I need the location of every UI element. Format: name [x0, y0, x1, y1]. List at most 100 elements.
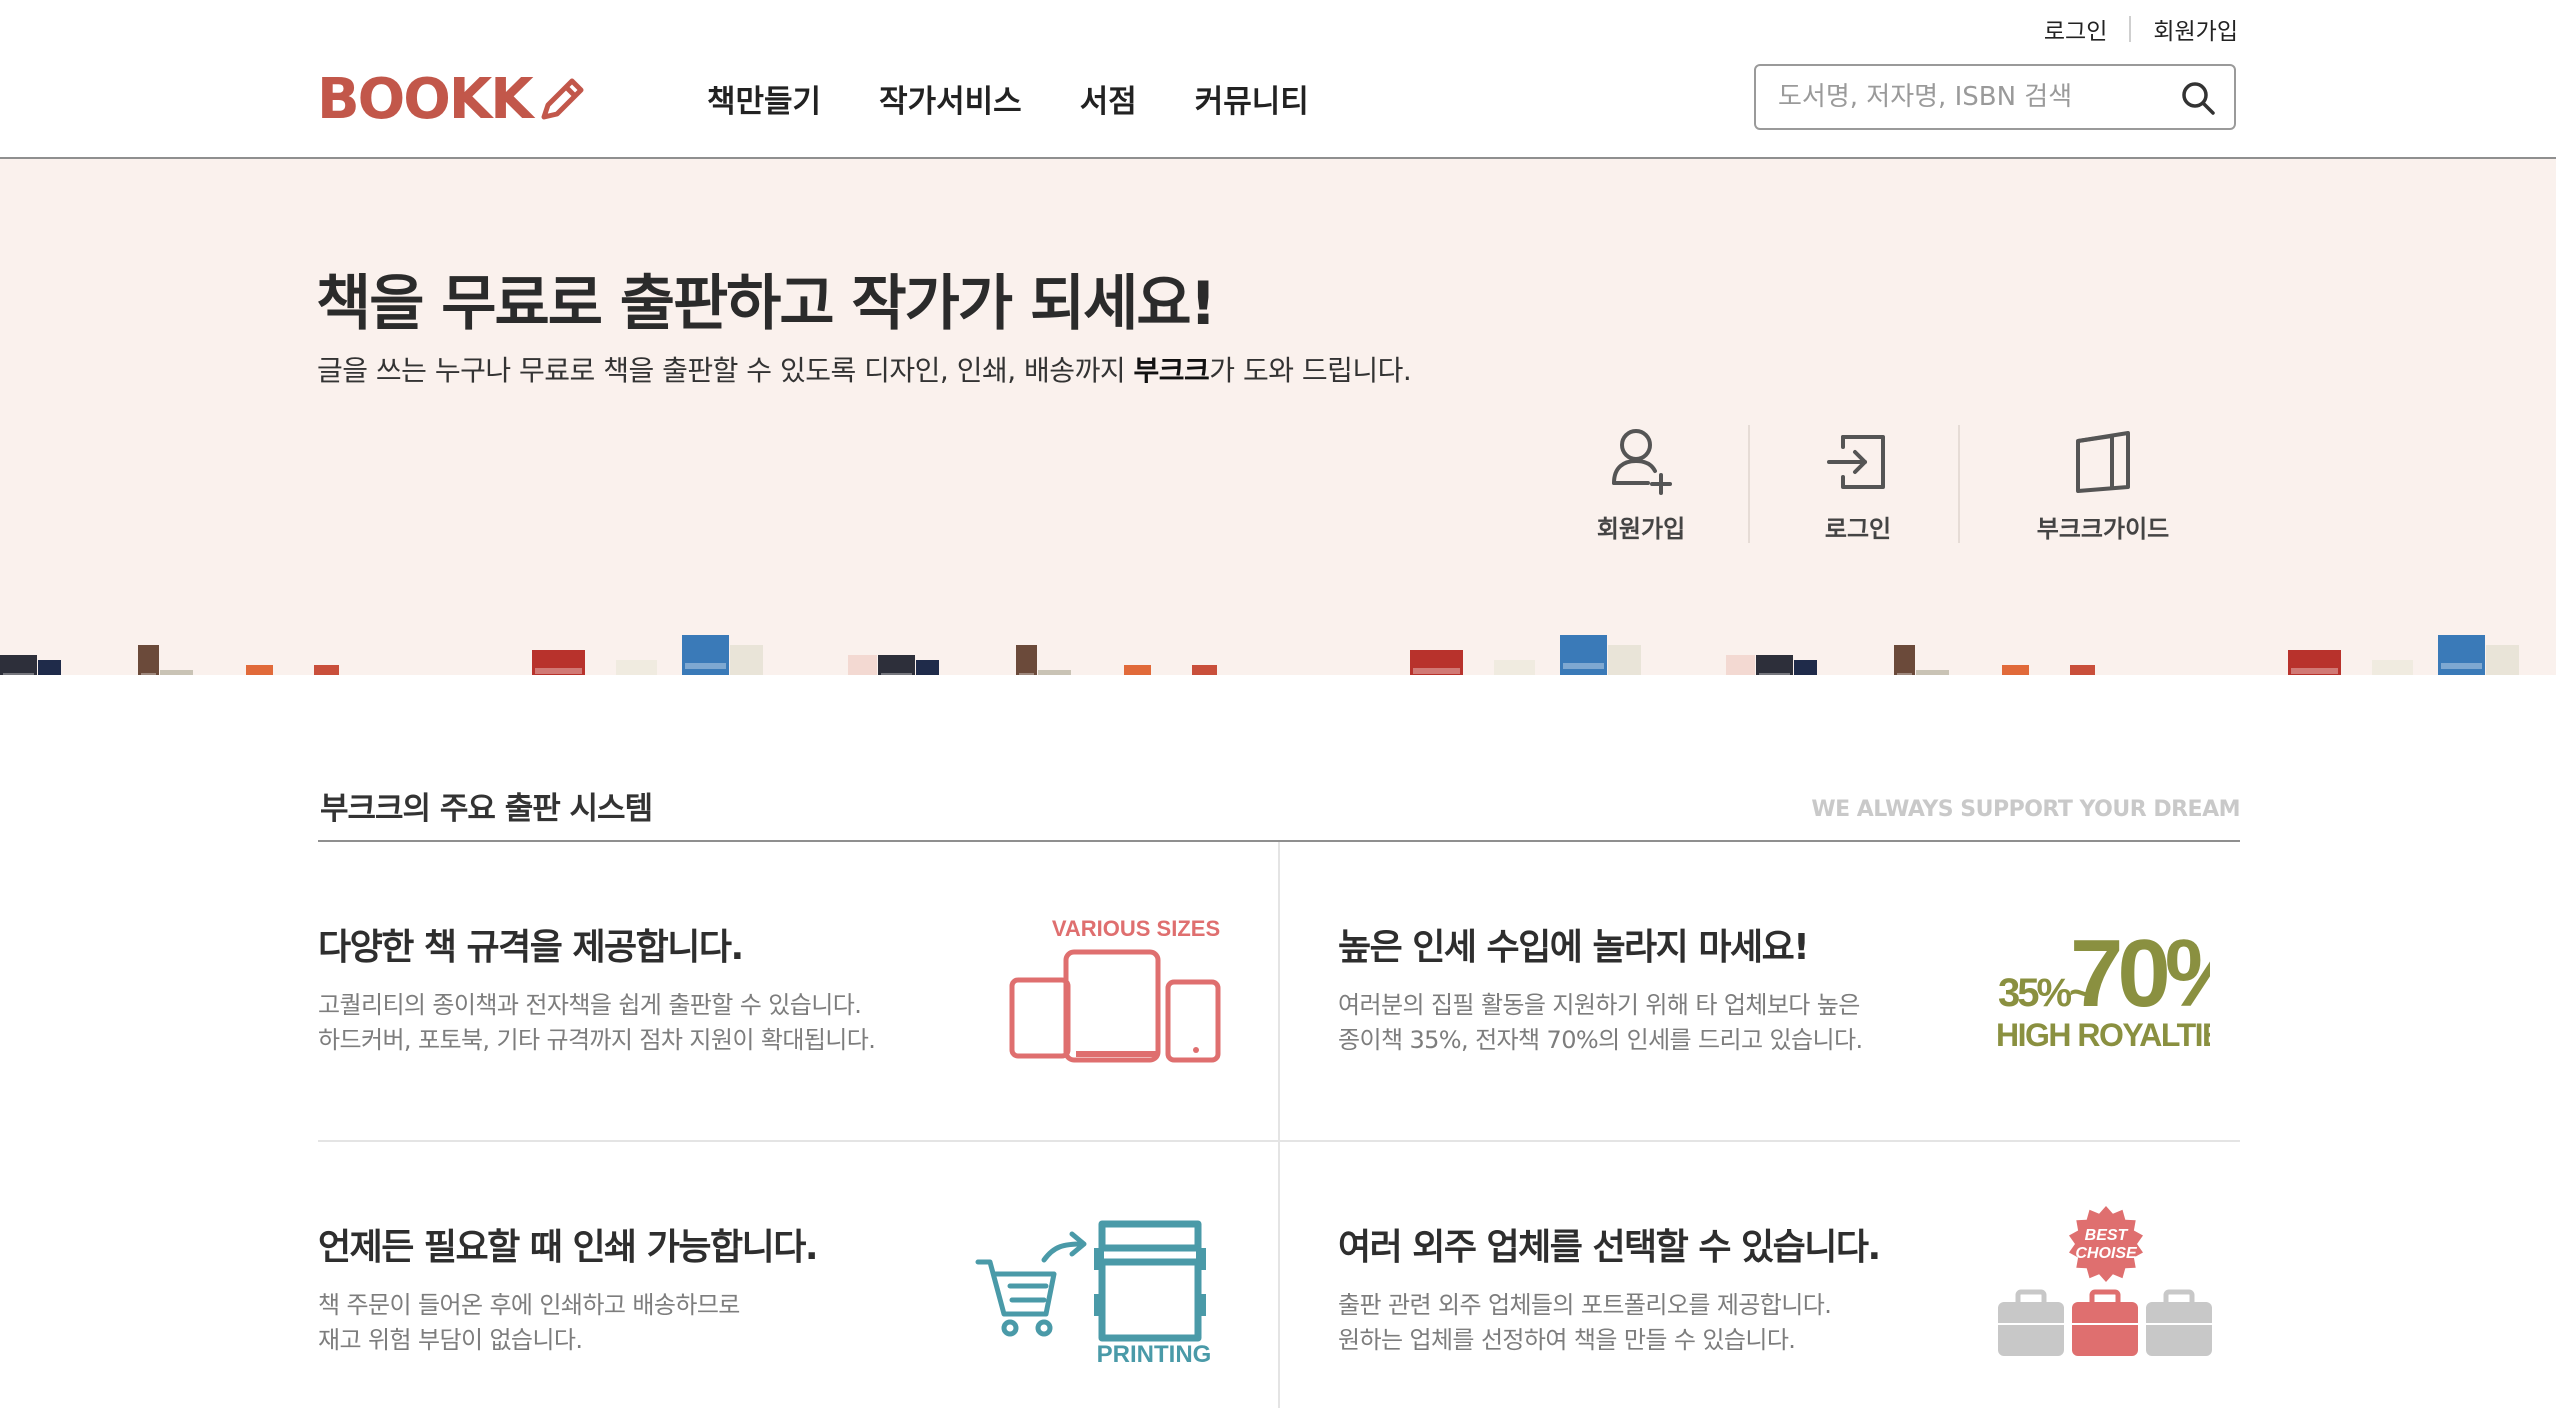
book-spine [160, 670, 193, 675]
book-spine-band [1413, 668, 1460, 674]
feature-desc: 여러분의 집필 활동을 지원하기 위해 타 업체보다 높은 종이책 35%, 전… [1338, 988, 1863, 1058]
book-spine [878, 655, 915, 675]
bookshelf-image [0, 635, 2519, 675]
feature-desc: 출판 관련 외주 업체들의 포트폴리오를 제공합니다. 원하는 업체를 선정하여… [1338, 1288, 1880, 1358]
book-spine [1916, 670, 1949, 675]
bookk-logo[interactable]: BOOKK [317, 72, 586, 128]
feature-title: 여러 외주 업체를 선택할 수 있습니다. [1338, 1227, 1881, 1268]
login-icon [1827, 435, 1885, 489]
royalty-max-label: 70% [2070, 920, 2210, 1027]
printing-icon: PRINTING [975, 1220, 1212, 1364]
book-spine [314, 665, 339, 675]
book-spine [1124, 665, 1151, 675]
book-guide-icon [2076, 431, 2130, 493]
feature-grid-vertical-divider [1278, 842, 1280, 1408]
site-header: 로그인 회원가입 BOOKK 책만들기 작가서비스 서점 커뮤니티 [0, 0, 2556, 159]
nav-author-service[interactable]: 작가서비스 [879, 76, 1022, 121]
quick-login[interactable]: 로그인 [1758, 425, 1958, 544]
feature-outsourcing: 여러 외주 업체를 선택할 수 있습니다. 출판 관련 외주 업체들의 포트폴리… [1338, 1218, 1881, 1358]
nav-make-book[interactable]: 책만들기 [707, 76, 821, 121]
logo-text: BOOKK [317, 67, 534, 132]
book-spine [138, 645, 159, 675]
feature-desc-line: 출판 관련 외주 업체들의 포트폴리오를 제공합니다. [1338, 1291, 1832, 1319]
book-spine [2070, 665, 2095, 675]
feature-desc-line: 하드커버, 포토북, 기타 규격까지 점차 지원이 확대됩니다. [318, 1026, 876, 1054]
feature-title: 언제든 필요할 때 인쇄 가능합니다. [318, 1227, 819, 1268]
book-spine [2002, 665, 2029, 675]
login-link[interactable]: 로그인 [2044, 12, 2107, 46]
search-icon[interactable] [2180, 80, 2216, 116]
book-spine-band [2291, 668, 2338, 674]
book-spine [1192, 665, 1217, 675]
user-plus-icon [1612, 429, 1672, 495]
pencil-icon [541, 78, 584, 120]
feature-desc-line: 책 주문이 들어온 후에 인쇄하고 배송하므로 [318, 1291, 740, 1319]
book-spine [848, 655, 877, 675]
feature-desc-line: 재고 위험 부담이 없습니다. [318, 1326, 583, 1354]
signup-link[interactable]: 회원가입 [2153, 12, 2238, 46]
book-spine-band [1019, 673, 1034, 675]
feature-title: 높은 인세 수입에 놀라지 마세요! [1338, 927, 1810, 968]
book-spine [246, 665, 273, 675]
book-spine-band [2441, 663, 2482, 669]
book-spine [1016, 645, 1037, 675]
quick-signup-label: 회원가입 [1596, 515, 1686, 543]
book-spine-band [535, 668, 582, 674]
book-spine-band [1897, 673, 1912, 675]
book-spine [0, 655, 37, 675]
feature-desc: 고퀄리티의 종이책과 전자책을 쉽게 출판할 수 있습니다. 하드커버, 포토북… [318, 988, 876, 1058]
best-label: BEST [2085, 1227, 2129, 1244]
book-spine-band [685, 663, 726, 669]
feature-high-royalties: 높은 인세 수입에 놀라지 마세요! 여러분의 집필 활동을 지원하기 위해 타… [1338, 918, 1863, 1058]
top-links: 로그인 회원가입 [2044, 12, 2238, 46]
book-spine [1494, 660, 1535, 675]
book-spine-band [3, 673, 34, 675]
book-spine [1726, 655, 1755, 675]
hero-subtitle-text: 글을 쓰는 누구나 무료로 책을 출판할 수 있도록 디자인, 인쇄, 배송까지 [317, 354, 1134, 387]
royalties-icon: 35%~ 70% HIGH ROYALTIES [1996, 920, 2210, 1053]
book-spine [730, 645, 763, 675]
book-spine [2372, 660, 2413, 675]
feature-various-sizes: 다양한 책 규격을 제공합니다. 고퀄리티의 종이책과 전자책을 쉽게 출판할 … [318, 918, 876, 1058]
book-spine [1756, 655, 1793, 675]
top-links-divider [2129, 16, 2132, 42]
feature-desc-line: 고퀄리티의 종이책과 전자책을 쉽게 출판할 수 있습니다. [318, 991, 862, 1019]
book-spine-band [141, 673, 156, 675]
book-spine [2486, 645, 2519, 675]
quick-signup[interactable]: 회원가입 [1541, 425, 1741, 544]
book-spine-band [881, 673, 912, 675]
feature-desc: 책 주문이 들어온 후에 인쇄하고 배송하므로 재고 위험 부담이 없습니다. [318, 1288, 817, 1358]
main-nav: 책만들기 작가서비스 서점 커뮤니티 [707, 76, 1309, 121]
book-spine-band [1759, 673, 1790, 675]
book-spine [38, 660, 61, 675]
hero-subtitle: 글을 쓰는 누구나 무료로 책을 출판할 수 있도록 디자인, 인쇄, 배송까지… [317, 349, 1412, 389]
hero-title: 책을 무료로 출판하고 작가가 되세요! [316, 269, 1217, 339]
best-choice-briefcase-icon: BEST CHOISE [1998, 1206, 2212, 1356]
quick-guide[interactable]: 부크크가이드 [2003, 425, 2203, 544]
section-tagline: WE ALWAYS SUPPORT YOUR DREAM [1811, 797, 2240, 822]
hero-banner: 책을 무료로 출판하고 작가가 되세요! 글을 쓰는 누구나 무료로 책을 출판… [0, 159, 2556, 675]
hero-subtitle-end: 가 도와 드립니다. [1209, 354, 1412, 387]
book-spine [1794, 660, 1817, 675]
choise-label: CHOISE [2075, 1245, 2138, 1262]
feature-grid-horizontal-divider [318, 1140, 2240, 1142]
high-royalties-label: HIGH ROYALTIES [1996, 1017, 2210, 1053]
quick-login-label: 로그인 [1824, 515, 1892, 543]
book-spine-band [1563, 663, 1604, 669]
nav-community[interactable]: 커뮤니티 [1195, 76, 1309, 121]
section-title: 부크크의 주요 출판 시스템 [320, 791, 653, 827]
book-spine [1038, 670, 1071, 675]
search-box [1754, 64, 2236, 130]
book-spine [616, 660, 657, 675]
book-spine [1608, 645, 1641, 675]
hero-subtitle-brand: 부크크 [1133, 354, 1210, 387]
printing-label: PRINTING [1097, 1341, 1212, 1364]
feature-print-on-demand: 언제든 필요할 때 인쇄 가능합니다. 책 주문이 들어온 후에 인쇄하고 배송… [318, 1218, 819, 1358]
quick-divider [1958, 425, 1960, 543]
search-input[interactable] [1776, 81, 2160, 113]
feature-title: 다양한 책 규격을 제공합니다. [318, 927, 744, 968]
nav-bookstore[interactable]: 서점 [1080, 76, 1137, 121]
devices-icon: VARIOUS SIZES [1009, 916, 1221, 1063]
feature-desc-line: 여러분의 집필 활동을 지원하기 위해 타 업체보다 높은 [1338, 991, 1860, 1019]
feature-desc-line: 원하는 업체를 선정하여 책을 만들 수 있습니다. [1338, 1326, 1796, 1354]
